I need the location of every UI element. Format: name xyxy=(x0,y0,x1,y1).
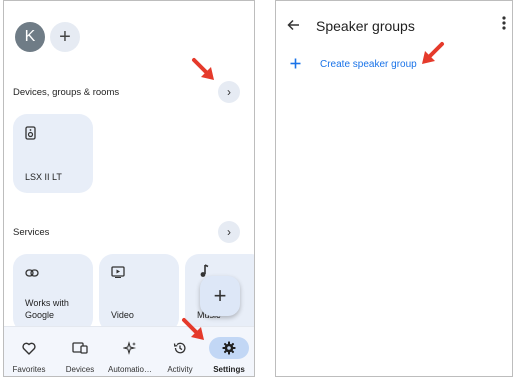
devices-chevron-button[interactable]: › xyxy=(218,81,240,103)
speaker-groups-screen: Speaker groups Create speaker group xyxy=(275,0,513,377)
fab-add-button[interactable]: + xyxy=(200,276,240,316)
speaker-icon xyxy=(25,126,36,143)
back-arrow-icon[interactable] xyxy=(287,18,300,34)
service-card-label-line2: Google xyxy=(25,310,55,320)
nav-automations[interactable]: Automatio… xyxy=(105,327,155,376)
bottom-navigation: Favorites Devices Automatio… Activity Se… xyxy=(4,326,254,376)
service-card-video[interactable]: Video xyxy=(99,254,179,332)
create-speaker-group-button[interactable]: Create speaker group xyxy=(320,59,417,70)
devices-icon xyxy=(60,337,100,359)
nav-favorites[interactable]: Favorites xyxy=(4,327,54,376)
chevron-right-icon: › xyxy=(227,225,231,239)
heart-icon xyxy=(9,337,49,359)
gear-icon xyxy=(209,337,249,359)
device-card-label: LSX II LT xyxy=(25,172,62,182)
services-chevron-button[interactable]: › xyxy=(218,221,240,243)
service-card-works-with-google[interactable]: Works with Google xyxy=(13,254,93,332)
plus-icon[interactable] xyxy=(290,56,301,72)
add-button[interactable]: + xyxy=(50,22,80,52)
annotation-arrow xyxy=(192,58,214,80)
nav-label: Favorites xyxy=(12,365,46,374)
service-card-label: Video xyxy=(111,310,134,320)
nav-settings[interactable]: Settings xyxy=(204,327,254,376)
services-section-title: Services xyxy=(13,227,50,238)
devices-section-title: Devices, groups & rooms xyxy=(13,87,120,98)
service-card-label-line1: Works with xyxy=(25,298,69,308)
chevron-right-icon: › xyxy=(227,85,231,99)
nav-devices[interactable]: Devices xyxy=(55,327,105,376)
more-vert-icon[interactable] xyxy=(502,16,506,33)
link-icon xyxy=(25,266,39,281)
account-avatar[interactable]: K xyxy=(15,22,45,52)
nav-label: Activity xyxy=(167,365,193,374)
nav-label: Devices xyxy=(65,365,95,374)
sparkle-icon xyxy=(110,337,150,359)
nav-label: Settings xyxy=(213,365,245,374)
device-card-lsx[interactable]: LSX II LT xyxy=(13,114,93,193)
annotation-arrow xyxy=(182,318,204,340)
annotation-arrow xyxy=(422,42,444,64)
page-title: Speaker groups xyxy=(316,18,415,34)
nav-label: Automatio… xyxy=(107,365,153,374)
video-icon xyxy=(111,266,125,281)
